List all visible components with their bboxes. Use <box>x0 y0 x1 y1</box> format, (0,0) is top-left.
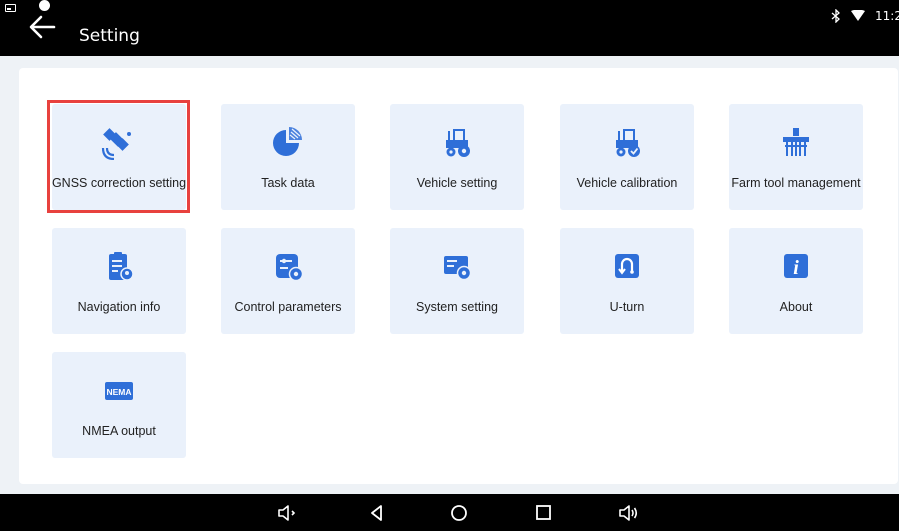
tile-label: System setting <box>416 300 498 314</box>
pie-chart-icon <box>270 126 306 160</box>
tile-nmea-output[interactable]: NEMA NMEA output <box>52 352 186 458</box>
tile-label: Control parameters <box>234 300 342 314</box>
tile-gnss-correction-setting[interactable]: GNSS correction setting <box>52 104 186 210</box>
satellite-icon <box>101 126 137 160</box>
volume-up-icon[interactable] <box>617 503 639 523</box>
tractor-icon <box>439 126 475 160</box>
tile-label: About <box>779 300 813 314</box>
page-title: Setting <box>79 26 140 46</box>
u-turn-icon <box>609 250 645 284</box>
tile-label: NMEA output <box>82 424 156 438</box>
tile-vehicle-setting[interactable]: Vehicle setting <box>390 104 524 210</box>
clock: 11:2 <box>875 9 899 23</box>
tractor-check-icon <box>609 126 645 160</box>
tile-label: U-turn <box>609 300 645 314</box>
nema-icon-text: NEMA <box>106 387 131 397</box>
farm-tool-icon <box>778 126 814 160</box>
back-nav-icon[interactable] <box>366 503 388 523</box>
tile-label: Farm tool management <box>731 176 861 190</box>
tile-control-parameters[interactable]: Control parameters <box>221 228 355 334</box>
tile-task-data[interactable]: Task data <box>221 104 355 210</box>
nav-info-icon <box>101 250 137 284</box>
tile-about[interactable]: i About <box>729 228 863 334</box>
control-params-icon <box>270 250 306 284</box>
tile-vehicle-calibration[interactable]: Vehicle calibration <box>560 104 694 210</box>
tile-label: Navigation info <box>77 300 161 314</box>
recents-nav-icon[interactable] <box>533 503 555 523</box>
system-setting-icon <box>439 250 475 284</box>
tile-u-turn[interactable]: U-turn <box>560 228 694 334</box>
nema-icon: NEMA <box>101 374 137 408</box>
wifi-icon <box>851 10 865 21</box>
top-bar: Setting 11:2 <box>0 0 899 56</box>
system-nav-bar <box>0 494 899 531</box>
bluetooth-icon <box>831 9 840 23</box>
status-icons: 11:2 <box>831 8 899 24</box>
tile-system-setting[interactable]: System setting <box>390 228 524 334</box>
volume-down-icon[interactable] <box>276 503 298 523</box>
notification-dot-icon <box>39 0 50 11</box>
tile-label: Vehicle calibration <box>576 176 678 190</box>
tile-farm-tool-management[interactable]: Farm tool management <box>729 104 863 210</box>
tile-label: Task data <box>261 176 315 190</box>
tile-navigation-info[interactable]: Navigation info <box>52 228 186 334</box>
back-arrow-icon[interactable] <box>28 14 56 40</box>
svg-text:i: i <box>793 257 799 279</box>
home-nav-icon[interactable] <box>448 503 470 523</box>
tile-label: GNSS correction setting <box>51 176 187 190</box>
screenshot-notification-icon <box>5 4 16 12</box>
info-icon: i <box>778 250 814 284</box>
tile-label: Vehicle setting <box>416 176 498 190</box>
